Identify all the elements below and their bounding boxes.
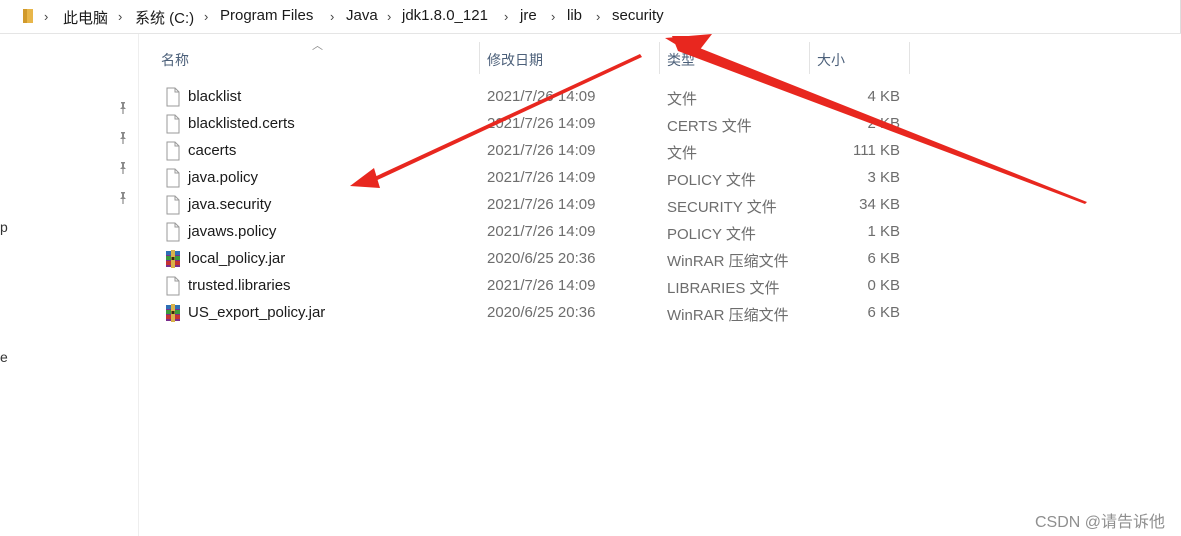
breadcrumb-item[interactable]: 系统 (C:) — [135, 7, 194, 28]
file-modified-date: 2021/7/26 14:09 — [487, 115, 596, 132]
file-row[interactable]: blacklisted.certs 2021/7/26 14:09 CERTS 文件… — [158, 110, 918, 137]
chevron-right-icon[interactable]: › — [504, 9, 508, 24]
file-icon — [166, 141, 180, 161]
pin-icon[interactable] — [116, 101, 130, 115]
file-icon — [166, 87, 180, 107]
pin-icon[interactable] — [116, 131, 130, 145]
file-name: java.policy — [188, 169, 259, 186]
file-name: trusted.libraries — [188, 277, 291, 294]
file-icon — [166, 114, 180, 134]
column-header-name[interactable]: 名称 — [161, 50, 189, 70]
file-modified-date: 2021/7/26 14:09 — [487, 196, 596, 213]
chevron-right-icon[interactable]: › — [596, 9, 600, 24]
file-type: 文件 — [667, 145, 698, 162]
column-divider[interactable] — [809, 42, 810, 74]
file-name: blacklisted.certs — [188, 115, 295, 132]
nav-item-clipped[interactable]: p — [0, 219, 8, 235]
folder-icon — [23, 9, 33, 23]
chevron-right-icon[interactable]: › — [387, 9, 391, 24]
pin-icon[interactable] — [116, 161, 130, 175]
file-icon — [166, 222, 180, 242]
file-size: 111 KB — [853, 142, 900, 159]
breadcrumb-item[interactable]: jre — [520, 7, 537, 24]
file-row[interactable]: trusted.libraries 2021/7/26 14:09 LIBRARIE… — [158, 272, 918, 299]
nav-item-clipped[interactable]: e — [0, 349, 8, 365]
file-modified-date: 2020/6/25 20:36 — [487, 250, 596, 267]
file-icon — [166, 168, 180, 188]
breadcrumb-item-current[interactable]: security — [612, 7, 664, 24]
breadcrumb-item[interactable]: lib — [567, 7, 582, 24]
chevron-right-icon: › — [44, 9, 49, 24]
file-size: 6 KB — [867, 304, 900, 321]
file-size: 34 KB — [859, 196, 900, 213]
file-modified-date: 2021/7/26 14:09 — [487, 223, 596, 240]
chevron-right-icon[interactable]: › — [330, 9, 334, 24]
file-size: 4 KB — [867, 88, 900, 105]
file-modified-date: 2021/7/26 14:09 — [487, 169, 596, 186]
column-divider[interactable] — [659, 42, 660, 74]
file-type: 文件 — [667, 91, 698, 108]
breadcrumb-item[interactable]: Program Files — [220, 7, 313, 24]
file-icon — [166, 276, 180, 296]
file-name: cacerts — [188, 142, 237, 159]
file-size: 1 KB — [867, 223, 900, 240]
file-size: 3 KB — [867, 169, 900, 186]
chevron-right-icon[interactable]: › — [118, 9, 122, 24]
file-modified-date: 2020/6/25 20:36 — [487, 304, 596, 321]
watermark: CSDN @请告诉他 — [1034, 514, 1165, 531]
file-row[interactable]: java.security 2021/7/26 14:09 SECURITY 文件 3… — [158, 191, 918, 218]
file-size: 0 KB — [867, 277, 900, 294]
file-size: 6 KB — [867, 250, 900, 267]
file-modified-date: 2021/7/26 14:09 — [487, 277, 596, 294]
file-row[interactable]: local_policy.jar 2020/6/25 20:36 WinRAR 压缩… — [158, 245, 918, 272]
breadcrumb-item[interactable]: 此电脑 — [63, 7, 108, 28]
file-name: javaws.policy — [188, 223, 277, 240]
file-row[interactable]: java.policy 2021/7/26 14:09 POLICY 文件 3 KB — [158, 164, 918, 191]
column-divider[interactable] — [909, 42, 910, 74]
file-row[interactable]: blacklist 2021/7/26 14:09 文件 4 KB — [158, 83, 918, 110]
file-type: POLICY 文件 — [667, 226, 756, 243]
file-icon — [166, 195, 180, 215]
sort-ascending-icon: ︿ — [312, 40, 323, 52]
breadcrumb-item[interactable]: jdk1.8.0_121 — [402, 7, 488, 24]
file-type: CERTS 文件 — [667, 118, 752, 135]
file-size: 2 KB — [867, 115, 900, 132]
file-modified-date: 2021/7/26 14:09 — [487, 88, 596, 105]
pin-icon[interactable] — [116, 191, 130, 205]
chevron-right-icon[interactable]: › — [204, 9, 208, 24]
file-row[interactable]: US_export_policy.jar 2020/6/25 20:36 WinRA… — [158, 299, 918, 326]
file-type: WinRAR 压缩文件 — [667, 307, 789, 324]
file-type: WinRAR 压缩文件 — [667, 253, 789, 270]
file-row[interactable]: cacerts 2021/7/26 14:09 文件 111 KB — [158, 137, 918, 164]
column-divider[interactable] — [479, 42, 480, 74]
file-modified-date: 2021/7/26 14:09 — [487, 142, 596, 159]
file-type: SECURITY 文件 — [667, 199, 777, 216]
column-header-date[interactable]: 修改日期 — [487, 50, 543, 70]
column-header-type[interactable]: 类型 — [667, 50, 695, 70]
file-row[interactable]: javaws.policy 2021/7/26 14:09 POLICY 文件 1 K… — [158, 218, 918, 245]
file-type: POLICY 文件 — [667, 172, 756, 189]
file-name: local_policy.jar — [188, 250, 286, 267]
winrar-icon — [166, 250, 180, 268]
file-name: blacklist — [188, 88, 242, 105]
winrar-icon — [166, 304, 180, 322]
chevron-right-icon[interactable]: › — [551, 9, 555, 24]
breadcrumb-item[interactable]: Java — [346, 7, 378, 24]
column-header-size[interactable]: 大小 — [817, 50, 845, 70]
file-type: LIBRARIES 文件 — [667, 280, 780, 297]
file-name: java.security — [188, 196, 272, 213]
navigation-pane[interactable]: p e — [0, 34, 139, 536]
address-bar[interactable]: › 此电脑 › 系统 (C:) › Program Files › Java ›… — [0, 0, 1181, 34]
file-name: US_export_policy.jar — [188, 304, 326, 321]
